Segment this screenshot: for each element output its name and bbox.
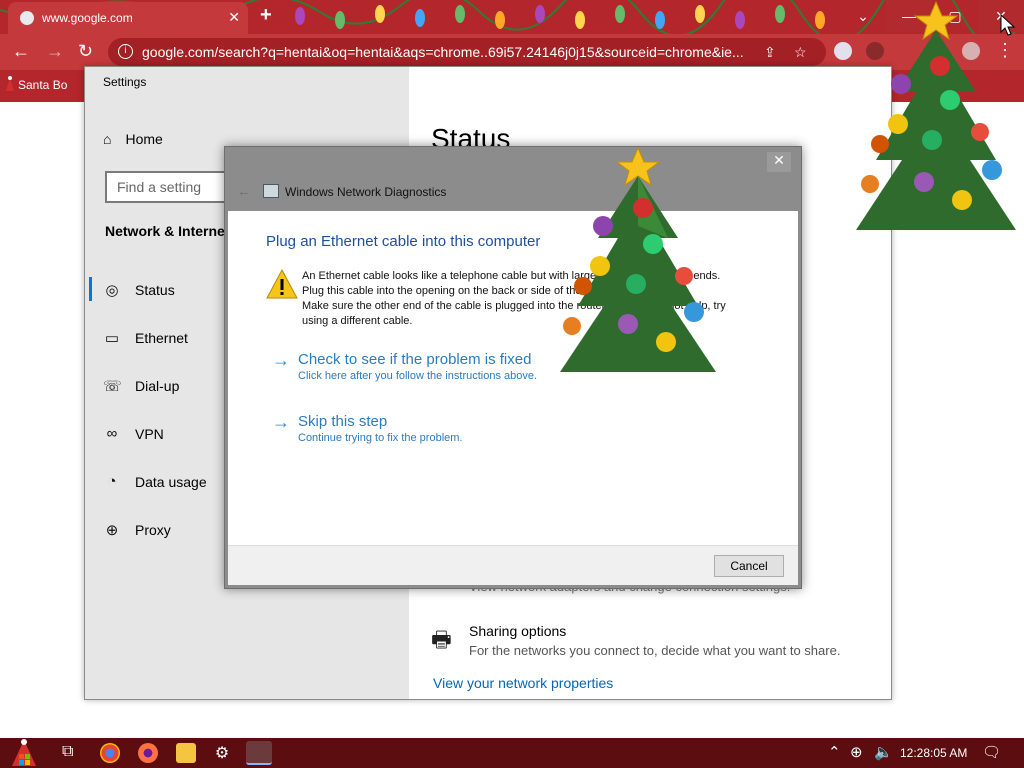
start-button-icon[interactable] [8,738,44,768]
nav-active-indicator [89,277,92,301]
arrow-right-icon: → [272,350,290,370]
nav-label: Ethernet [135,330,188,346]
nav-item-dial-up[interactable]: ☏ Dial-up [103,377,179,395]
nav-label: Dial-up [135,378,180,394]
vpn-icon: ∞ [106,425,118,442]
mouse-cursor-icon [1000,14,1016,36]
data-usage-icon: ◔ [107,473,117,490]
browser-tab[interactable]: www.google.com ✕ [8,2,248,34]
option-subtitle: Continue trying to fix the problem. [298,432,463,444]
proxy-globe-icon: ⊕ [105,522,119,539]
address-bar-url: google.com/search?q=hentai&oq=hentai&aqs… [142,44,744,60]
option-title: Check to see if the problem is fixed [298,351,532,368]
tab-favicon-icon [20,11,34,25]
network-globe-icon[interactable]: ⊕ [850,743,863,761]
dialog-footer: Cancel [228,545,798,585]
new-tab-button[interactable]: + [260,4,272,27]
message-line: Make sure the other end of the cable is … [302,300,726,312]
message-line: using a different cable. [302,315,413,327]
info-icon[interactable]: i [118,44,133,59]
message-line: An Ethernet cable looks like a telephone… [302,270,721,282]
bookmark-item[interactable]: Santa Bo [18,78,67,92]
dialog-header: ✕ ← Windows Network Diagnostics [225,147,801,211]
nav-item-vpn[interactable]: ∞ VPN [103,425,164,442]
dialog-title: Windows Network Diagnostics [285,185,447,199]
chevron-down-icon[interactable]: ⌄ [840,0,886,32]
minimize-button[interactable]: — [886,0,932,32]
skip-step-option[interactable]: → Skip this step Continue trying to fix … [272,413,462,444]
notifications-icon[interactable]: 🗨 [982,743,1001,761]
option-title: Skip this step [298,413,388,430]
forward-icon[interactable]: → [46,42,64,60]
santa-hat-icon [6,76,14,91]
nav-item-status[interactable]: ◎ Status [103,281,175,299]
diagnostics-taskbar-icon[interactable] [246,741,272,765]
volume-icon[interactable]: 🔈 [874,743,893,761]
settings-window-title: Settings [103,75,147,89]
nav-label: VPN [135,425,164,442]
message-line: Plug this cable into the opening on the … [302,285,633,297]
bookmark-star-icon[interactable]: ☆ [794,44,807,61]
dialog-message: An Ethernet cable looks like a telephone… [302,269,772,329]
clock[interactable]: 12:28:05 AM [900,746,967,760]
reload-icon[interactable]: ↻ [78,42,93,60]
diagnostics-app-icon [263,184,279,198]
tab-close-icon[interactable]: ✕ [228,9,240,26]
section-heading: Network & Internet [105,223,230,239]
firefox-taskbar-icon[interactable] [138,743,158,763]
dialog-close-icon[interactable]: ✕ [767,152,791,172]
option-subtitle: Click here after you follow the instruct… [298,370,538,382]
globe-icon: ◎ [105,282,119,299]
arrow-right-icon: → [272,412,290,432]
share-icon[interactable]: ⇪ [764,44,776,61]
network-diagnostics-dialog: ✕ ← Windows Network Diagnostics Plug an … [224,146,802,589]
taskbar: ⧉ ⚙ ⌃ ⊕ 🔈 12:28:05 AM 🗨 [0,738,1024,768]
home-icon: ⌂ [103,131,112,147]
settings-home-link[interactable]: ⌂ Home [103,131,163,147]
settings-gear-icon[interactable]: ⚙ [212,743,232,763]
warning-icon [266,269,298,299]
chrome-titlebar: www.google.com ✕ + ⌄ — ▢ ✕ [0,0,1024,34]
chrome-taskbar-icon[interactable] [100,743,120,763]
check-fixed-option[interactable]: → Check to see if the problem is fixed C… [272,351,537,382]
cancel-button[interactable]: Cancel [714,555,784,577]
sharing-options-title[interactable]: Sharing options [469,623,566,639]
address-bar[interactable]: i google.com/search?q=hentai&oq=hentai&a… [108,38,826,66]
nav-label: Proxy [135,522,171,538]
nav-label: Data usage [135,473,207,490]
nav-label: Status [135,282,175,298]
back-arrow-icon[interactable]: ← [237,183,251,199]
menu-kebab-icon[interactable]: ⋮ [996,40,1014,61]
dialog-body: Plug an Ethernet cable into this compute… [228,211,798,545]
dialog-heading: Plug an Ethernet cable into this compute… [266,233,541,250]
network-properties-link[interactable]: View your network properties [433,675,613,691]
home-label: Home [125,131,163,147]
profile-avatar[interactable] [962,42,980,60]
chevron-up-icon[interactable]: ⌃ [828,743,841,761]
sharing-options-icon: 🖶 [431,627,452,652]
nav-item-proxy[interactable]: ⊕ Proxy [103,521,171,539]
dial-up-icon: ☏ [103,378,122,395]
extension-s-icon[interactable] [866,42,884,60]
tab-title: www.google.com [42,11,133,25]
sharing-options-description: For the networks you connect to, decide … [469,643,841,658]
back-icon[interactable]: ← [12,42,30,60]
nav-item-data-usage[interactable]: ◔ Data usage [103,473,207,490]
extension-icon[interactable] [834,42,852,60]
nav-item-ethernet[interactable]: ▭ Ethernet [103,329,188,347]
task-view-icon[interactable]: ⧉ [62,743,82,763]
maximize-button[interactable]: ▢ [932,0,978,32]
file-explorer-icon[interactable] [176,743,196,763]
ethernet-icon: ▭ [104,330,120,347]
